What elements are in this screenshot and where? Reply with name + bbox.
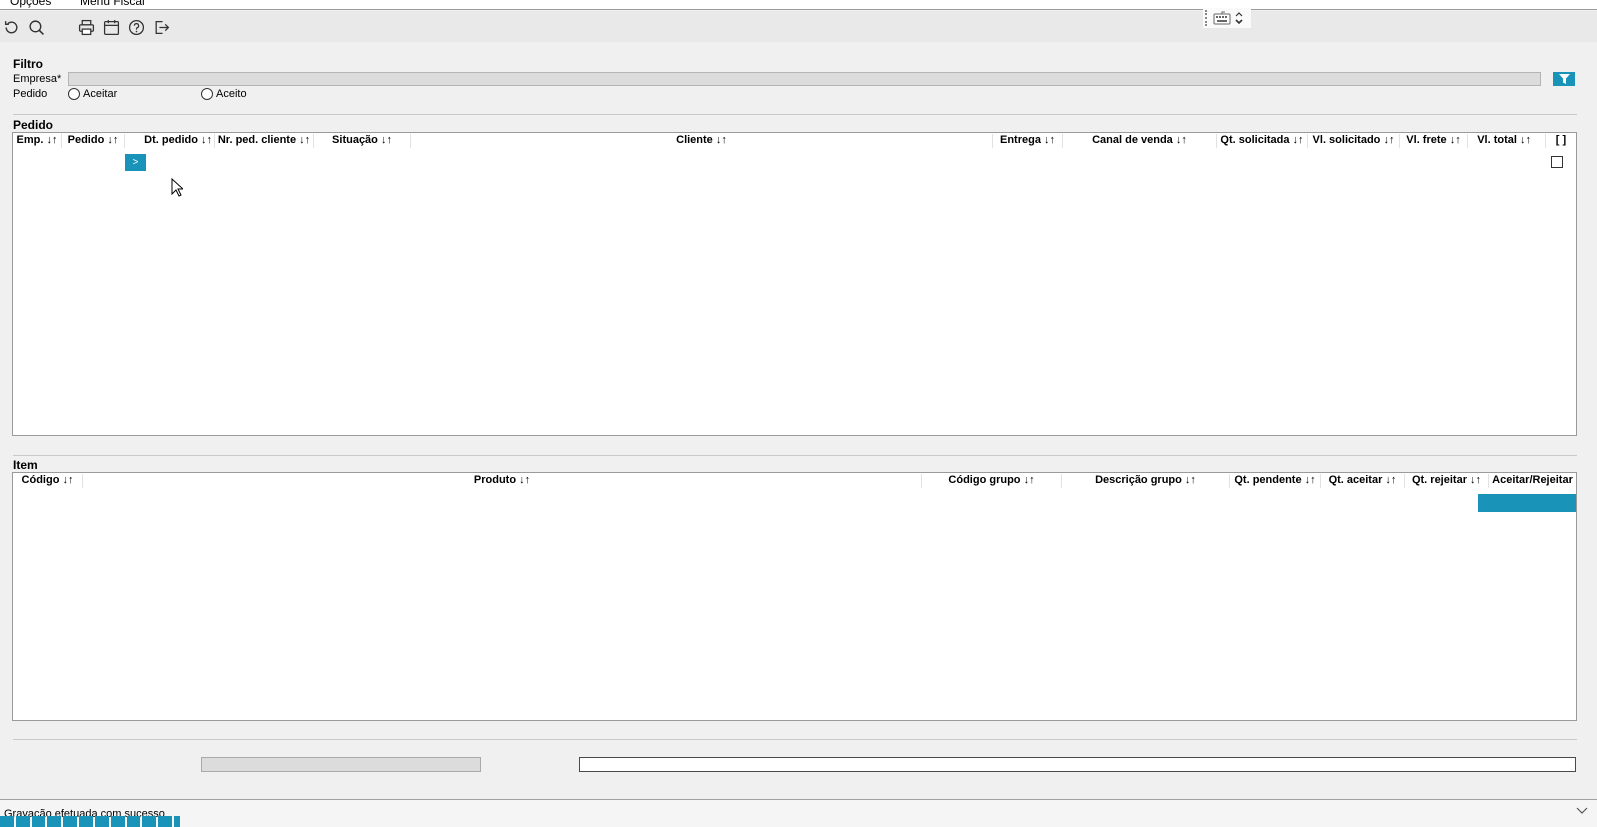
help-icon[interactable] xyxy=(126,17,146,37)
toolbar xyxy=(0,11,1597,42)
col-dt-pedido[interactable]: Dt. pedido ↓↑ xyxy=(125,134,215,148)
radio-aceitar-label: Aceitar xyxy=(83,88,118,100)
col-qt-pendente[interactable]: Qt. pendente ↓↑ xyxy=(1230,474,1321,488)
divider xyxy=(13,114,1577,115)
col-codigo-grupo[interactable]: Código grupo ↓↑ xyxy=(922,474,1062,488)
aceitar-rejeitar-cell[interactable] xyxy=(1478,494,1576,512)
col-nr-ped-cliente[interactable]: Nr. ped. cliente ↓↑ xyxy=(215,134,314,148)
col-vl-frete[interactable]: Vl. frete ↓↑ xyxy=(1400,134,1468,148)
item-grid-header: Código ↓↑ Produto ↓↑ Código grupo ↓↑ Des… xyxy=(13,473,1576,489)
col-entrega[interactable]: Entrega ↓↑ xyxy=(993,134,1063,148)
col-codigo[interactable]: Código ↓↑ xyxy=(13,474,83,488)
print-icon[interactable] xyxy=(76,17,96,37)
progress-bar xyxy=(0,816,181,827)
divider xyxy=(13,455,1577,456)
pedido-grid-header: Emp. ↓↑ Pedido ↓↑ Dt. pedido ↓↑ Nr. ped.… xyxy=(13,133,1576,149)
bottom-input-field[interactable] xyxy=(579,757,1576,772)
status-bar: Gravação efetuada com sucesso xyxy=(0,799,1597,827)
col-select-all[interactable]: [ ] xyxy=(1546,134,1576,148)
menu-fiscal[interactable]: Menu Fiscal xyxy=(80,0,145,8)
search-icon[interactable] xyxy=(26,17,46,37)
col-cliente[interactable]: Cliente ↓↑ xyxy=(411,134,993,148)
col-canal-venda[interactable]: Canal de venda ↓↑ xyxy=(1063,134,1217,148)
grip-icon xyxy=(1205,10,1209,26)
radio-aceito[interactable]: Aceito xyxy=(201,88,247,100)
chevron-down-icon[interactable] xyxy=(1575,805,1589,815)
col-situacao[interactable]: Situação ↓↑ xyxy=(314,134,411,148)
menu-bar: Opções Menu Fiscal xyxy=(0,0,1597,10)
radio-circle xyxy=(201,88,213,100)
col-vl-total[interactable]: Vl. total ↓↑ xyxy=(1468,134,1546,148)
pedido-grid: Emp. ↓↑ Pedido ↓↑ Dt. pedido ↓↑ Nr. ped.… xyxy=(12,132,1577,436)
menu-opcoes[interactable]: Opções xyxy=(10,0,51,8)
col-qt-aceitar[interactable]: Qt. aceitar ↓↑ xyxy=(1321,474,1405,488)
refresh-icon[interactable] xyxy=(1,17,21,37)
radio-aceitar[interactable]: Aceitar xyxy=(68,88,117,100)
col-pedido[interactable]: Pedido ↓↑ xyxy=(62,134,125,148)
col-aceitar-rejeitar[interactable]: Aceitar/Rejeitar xyxy=(1489,474,1576,488)
col-descricao-grupo[interactable]: Descrição grupo ↓↑ xyxy=(1062,474,1230,488)
col-produto[interactable]: Produto ↓↑ xyxy=(83,474,922,488)
calendar-icon[interactable] xyxy=(101,17,121,37)
chevron-updown-icon xyxy=(1235,12,1243,25)
filter-icon xyxy=(1558,74,1570,84)
filtro-title: Filtro xyxy=(13,57,43,71)
col-emp[interactable]: Emp. ↓↑ xyxy=(13,134,62,148)
keyboard-icon xyxy=(1213,11,1231,25)
item-grid: Código ↓↑ Produto ↓↑ Código grupo ↓↑ Des… xyxy=(12,472,1577,721)
filter-button[interactable] xyxy=(1553,72,1575,86)
exit-icon[interactable] xyxy=(151,17,171,37)
col-vl-solicitado[interactable]: Vl. solicitado ↓↑ xyxy=(1308,134,1400,148)
radio-aceito-label: Aceito xyxy=(216,88,247,100)
col-qt-solicitada[interactable]: Qt. solicitada ↓↑ xyxy=(1217,134,1308,148)
row-checkbox[interactable] xyxy=(1551,156,1563,168)
pedido-title: Pedido xyxy=(13,118,54,132)
empresa-field[interactable] xyxy=(68,72,1541,86)
pedido-label: Pedido xyxy=(13,88,48,100)
item-title: Item xyxy=(13,458,38,472)
next-button[interactable]: > xyxy=(125,154,146,171)
empresa-label: Empresa* xyxy=(13,73,62,85)
radio-circle xyxy=(68,88,80,100)
divider xyxy=(13,739,1577,740)
bottom-readonly-field xyxy=(201,757,481,772)
mouse-cursor-icon xyxy=(171,178,183,197)
col-qt-rejeitar[interactable]: Qt. rejeitar ↓↑ xyxy=(1405,474,1489,488)
virtual-keyboard-toggle[interactable] xyxy=(1203,8,1251,28)
